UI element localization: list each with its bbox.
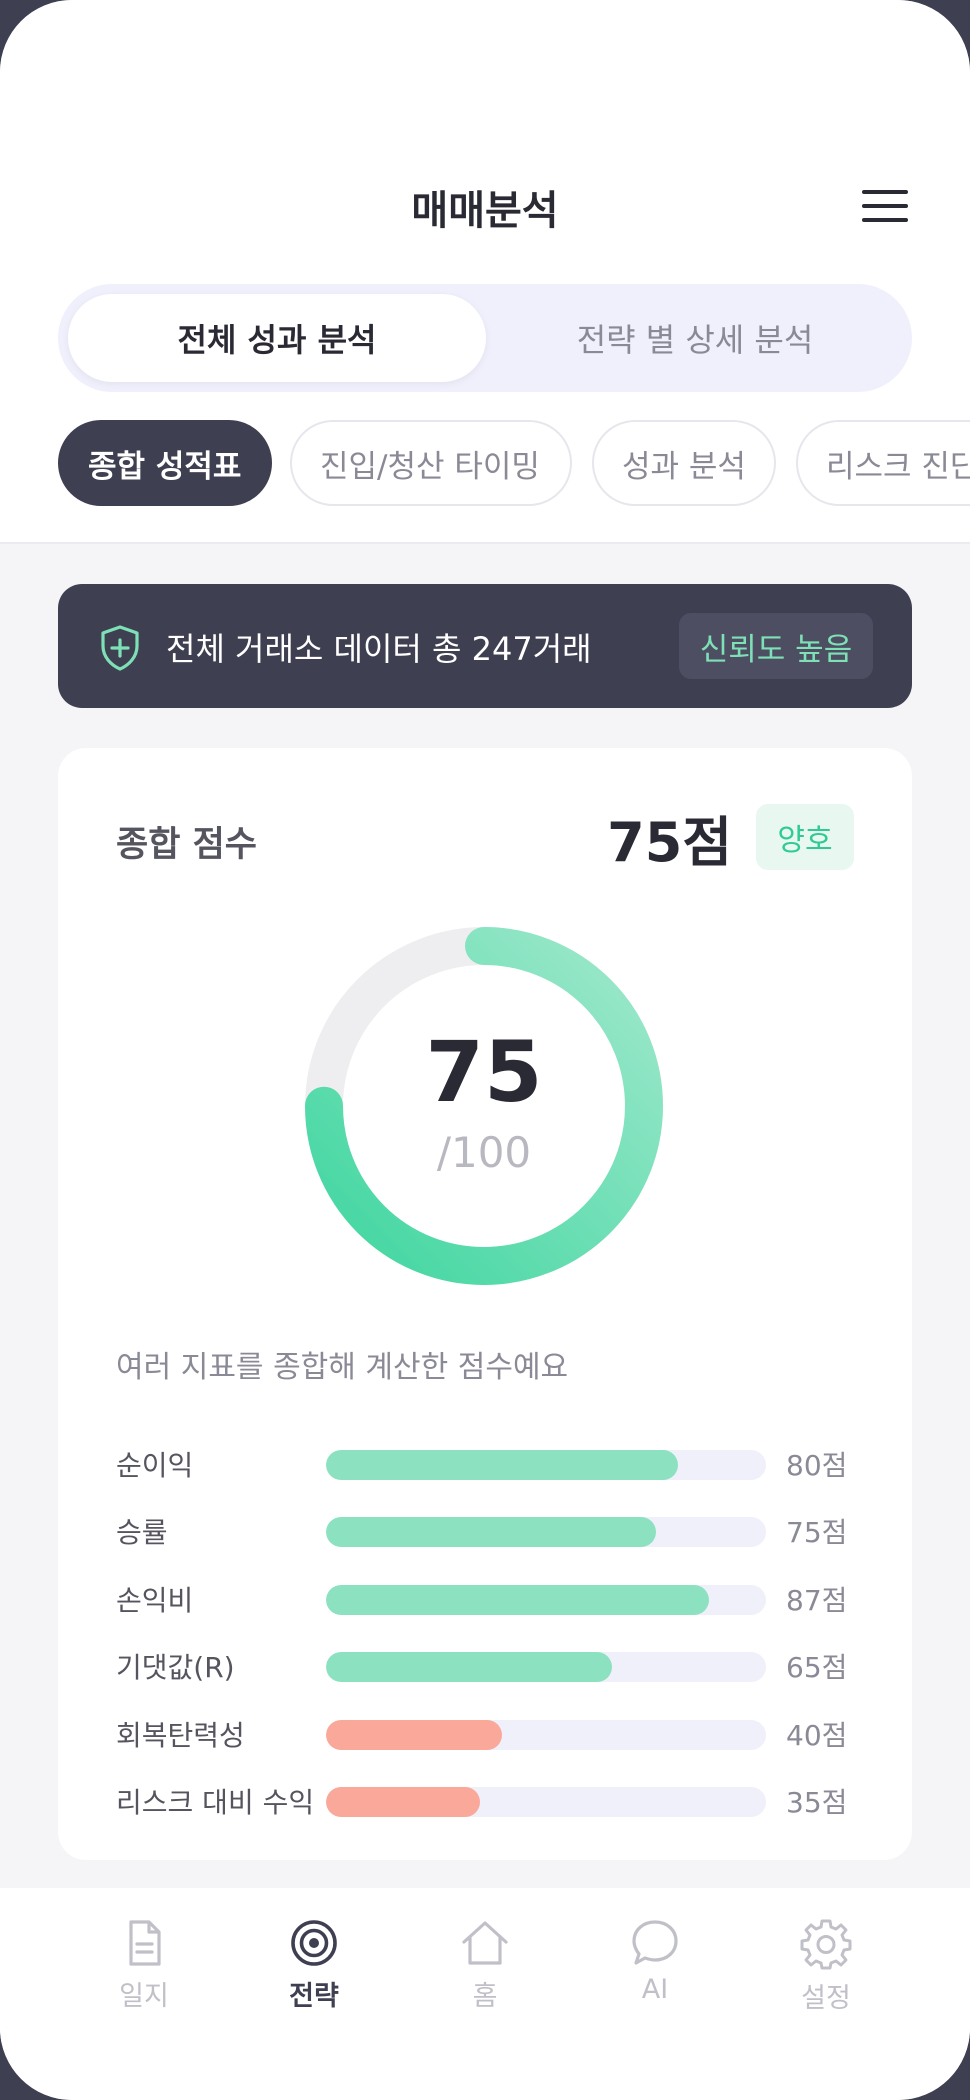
shield-plus-icon <box>101 625 139 671</box>
nav-label: 설정 <box>801 1983 851 2014</box>
metric-value: 87점 <box>786 1584 848 1617</box>
chip-entry-exit-timing[interactable]: 진입/청산 타이밍 <box>290 420 572 506</box>
header-area: 매매분석 전체 성과 분석 전략 별 상세 분석 종합 성적표 진입/청산 타이… <box>0 0 970 544</box>
metric-row: 기댓값(R) 65점 <box>116 1640 856 1690</box>
nav-label: AI <box>641 1974 669 2005</box>
metric-label: 손익비 <box>116 1584 194 1617</box>
metric-label: 기댓값(R) <box>116 1651 235 1684</box>
nav-item-strategy[interactable]: 전략 <box>244 1918 384 2018</box>
metric-value: 40점 <box>786 1719 848 1752</box>
score-description: 여러 지표를 종합해 계산한 점수예요 <box>116 1350 569 1385</box>
ring-score: 75 <box>425 1023 543 1121</box>
nav-label: 전략 <box>289 1981 339 2012</box>
overall-score-card: 종합 점수 75점 양호 75 /100 여러 지표를 종합해 계산한 점수예요… <box>58 748 912 1860</box>
menu-icon[interactable] <box>862 186 908 226</box>
nav-item-settings[interactable]: 설정 <box>756 1918 896 2018</box>
metric-label: 회복탄력성 <box>116 1719 245 1752</box>
grade-badge: 양호 <box>756 804 854 870</box>
analysis-segmented-control: 전체 성과 분석 전략 별 상세 분석 <box>58 284 912 392</box>
metric-track <box>326 1652 766 1682</box>
metric-fill <box>326 1652 612 1682</box>
overall-score-value: 75점 <box>607 811 732 874</box>
metric-row: 회복탄력성 40점 <box>116 1708 856 1758</box>
metric-value: 80점 <box>786 1449 848 1482</box>
metric-track <box>326 1517 766 1547</box>
nav-label: 홈 <box>472 1981 498 2012</box>
tab-strategy-analysis[interactable]: 전략 별 상세 분석 <box>486 294 904 382</box>
chip-performance[interactable]: 성과 분석 <box>592 420 776 506</box>
metric-fill <box>326 1787 480 1817</box>
category-chips: 종합 성적표 진입/청산 타이밍 성과 분석 리스크 진단 <box>58 420 970 508</box>
metric-value: 75점 <box>786 1516 848 1549</box>
metric-fill <box>326 1517 656 1547</box>
chip-report-card[interactable]: 종합 성적표 <box>58 420 272 506</box>
ring-max: /100 <box>436 1128 532 1177</box>
phone-screen: 매매분석 전체 성과 분석 전략 별 상세 분석 종합 성적표 진입/청산 타이… <box>0 0 970 2100</box>
metric-label: 승률 <box>116 1516 168 1549</box>
metric-fill <box>326 1585 709 1615</box>
nav-label: 일지 <box>119 1981 169 2012</box>
reliability-badge: 신뢰도 높음 <box>679 613 873 679</box>
metric-row: 손익비 87점 <box>116 1573 856 1623</box>
home-icon <box>462 1921 508 1965</box>
page-title: 매매분석 <box>411 188 559 234</box>
metric-fill <box>326 1720 502 1750</box>
document-icon <box>129 1920 161 1966</box>
metric-track <box>326 1585 766 1615</box>
bottom-navigation: 일지 전략 홈 AI 설정 <box>0 1888 970 2100</box>
target-icon <box>291 1920 337 1966</box>
metric-fill <box>326 1450 678 1480</box>
metric-label: 리스크 대비 수익 <box>116 1786 315 1819</box>
metric-label: 순이익 <box>116 1449 194 1482</box>
metric-track <box>326 1787 766 1817</box>
metric-row: 순이익 80점 <box>116 1438 856 1488</box>
nav-item-journal[interactable]: 일지 <box>74 1918 214 2018</box>
tab-overall-analysis[interactable]: 전체 성과 분석 <box>68 294 486 382</box>
metric-track <box>326 1720 766 1750</box>
banner-text: 전체 거래소 데이터 총 247거래 <box>166 630 592 668</box>
chat-bubble-icon <box>632 1920 678 1965</box>
chip-risk-diagnosis[interactable]: 리스크 진단 <box>796 420 970 506</box>
metric-row: 리스크 대비 수익 35점 <box>116 1775 856 1825</box>
nav-item-home[interactable]: 홈 <box>415 1918 555 2018</box>
data-summary-banner: 전체 거래소 데이터 총 247거래 신뢰도 높음 <box>58 584 912 708</box>
nav-item-ai[interactable]: AI <box>585 1918 725 2018</box>
metric-track <box>326 1450 766 1480</box>
metric-value: 65점 <box>786 1651 848 1684</box>
gear-icon <box>800 1919 852 1970</box>
metric-row: 승률 75점 <box>116 1505 856 1555</box>
metric-value: 35점 <box>786 1786 848 1819</box>
